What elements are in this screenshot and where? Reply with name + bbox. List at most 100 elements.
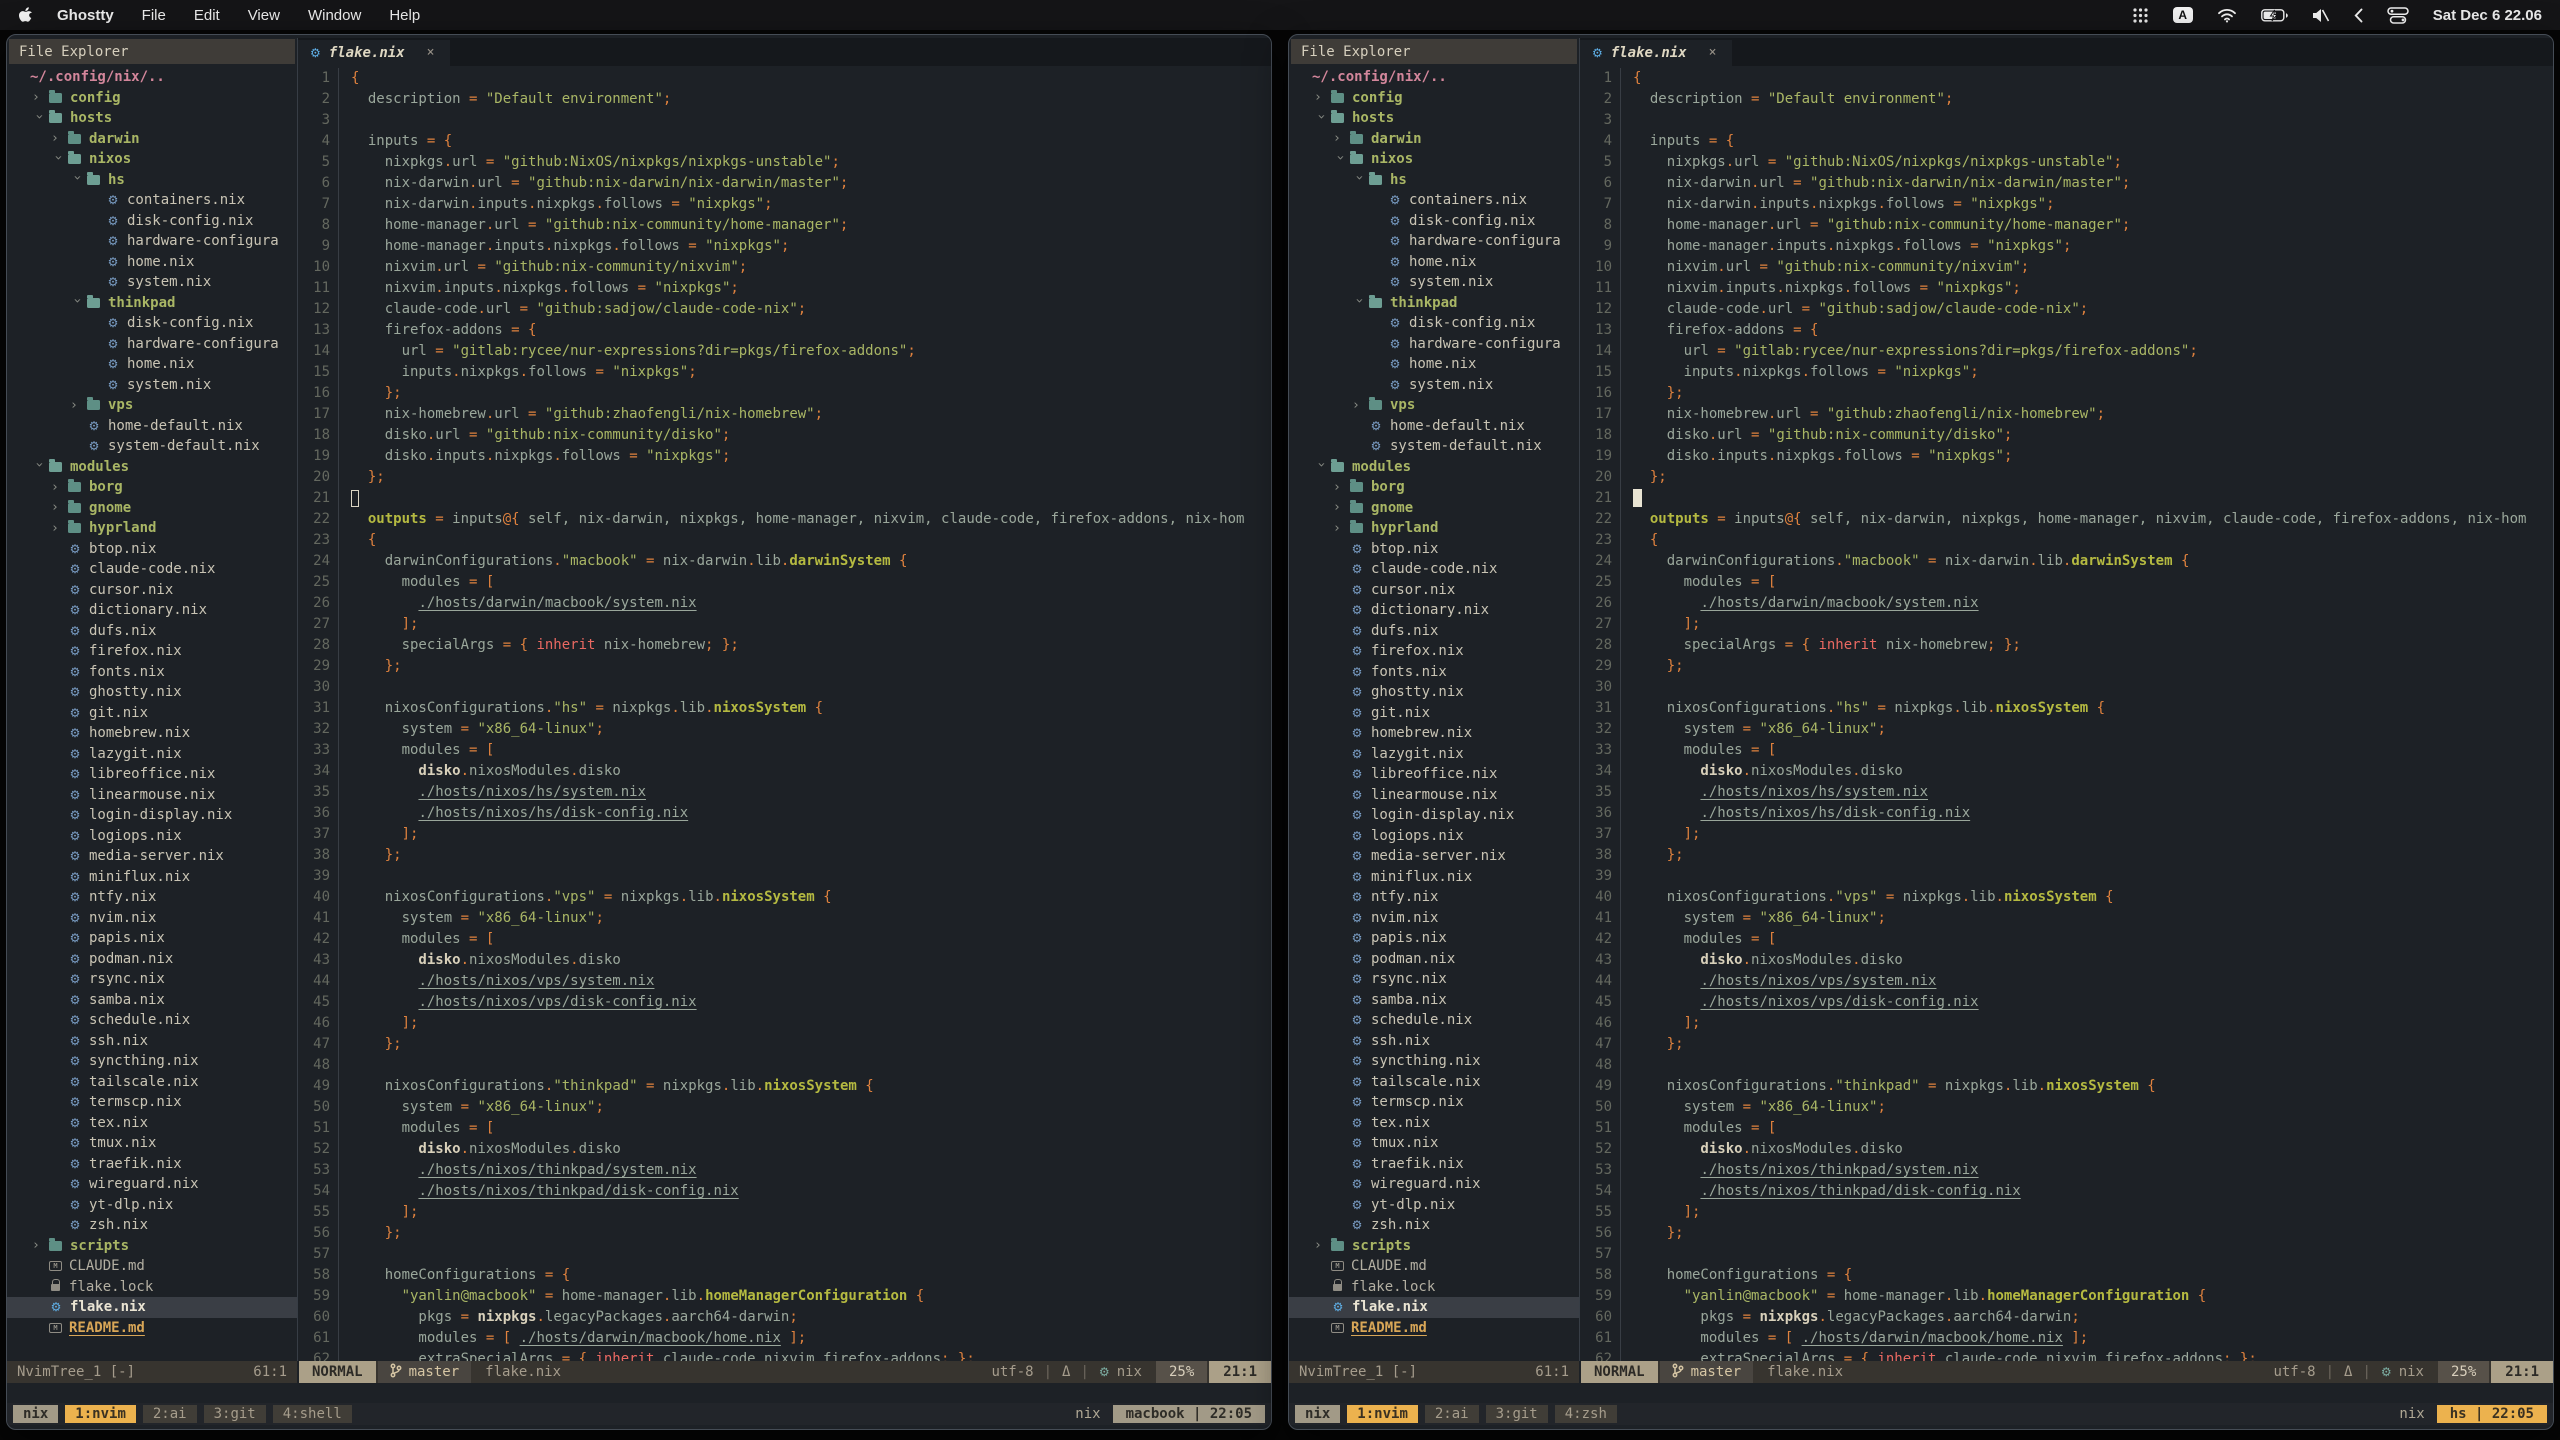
code-line-51[interactable]: 51 modules = [: [298, 1118, 1271, 1139]
code-line-31[interactable]: 31 nixosConfigurations."hs" = nixpkgs.li…: [1580, 698, 2553, 719]
code-line-54[interactable]: 54 ./hosts/nixos/thinkpad/disk-config.ni…: [298, 1181, 1271, 1202]
code-line-22[interactable]: 22 outputs = inputs@{ self, nix-darwin, …: [298, 509, 1271, 530]
tree-row-hardware-configura[interactable]: ⚙hardware-configura: [7, 231, 297, 252]
tree-row-hs[interactable]: ›hs: [1289, 170, 1579, 191]
tree-row-home.nix[interactable]: ⚙home.nix: [7, 354, 297, 375]
tree-row-rsync.nix[interactable]: ⚙rsync.nix: [7, 969, 297, 990]
code-line-12[interactable]: 12 claude-code.url = "github:sadjow/clau…: [1580, 299, 2553, 320]
tree-row-thinkpad[interactable]: ›thinkpad: [1289, 293, 1579, 314]
tab-flake-nix[interactable]: ⚙flake.nix×: [1580, 40, 1732, 66]
tree-row-traefik.nix[interactable]: ⚙traefik.nix: [7, 1154, 297, 1175]
terminal-window-right[interactable]: File Explorer~/.config/nix/..›config›hos…: [1288, 34, 2554, 1430]
code-line-2[interactable]: 2 description = "Default environment";: [1580, 89, 2553, 110]
tree-row-scripts[interactable]: ›scripts: [1289, 1236, 1579, 1257]
tree-row-system.nix[interactable]: ⚙system.nix: [7, 375, 297, 396]
code-line-47[interactable]: 47 };: [298, 1034, 1271, 1055]
tree-row-home.nix[interactable]: ⚙home.nix: [1289, 252, 1579, 273]
menu-app-name[interactable]: Ghostty: [57, 7, 114, 24]
code-line-17[interactable]: 17 nix-homebrew.url = "github:zhaofengli…: [298, 404, 1271, 425]
tmux-window-3-git[interactable]: 3:git: [204, 1405, 266, 1423]
tree-row-scripts[interactable]: ›scripts: [7, 1236, 297, 1257]
tree-row-zsh.nix[interactable]: ⚙zsh.nix: [1289, 1215, 1579, 1236]
tree-row-papis.nix[interactable]: ⚙papis.nix: [7, 928, 297, 949]
code-line-38[interactable]: 38 };: [1580, 845, 2553, 866]
tree-row-dictionary.nix[interactable]: ⚙dictionary.nix: [1289, 600, 1579, 621]
code-line-62[interactable]: 62 extraSpecialArgs = { inherit claude-c…: [298, 1349, 1271, 1361]
code-line-12[interactable]: 12 claude-code.url = "github:sadjow/clau…: [298, 299, 1271, 320]
tree-row-README.md[interactable]: MREADME.md: [7, 1318, 297, 1339]
code-line-5[interactable]: 5 nixpkgs.url = "github:NixOS/nixpkgs/ni…: [298, 152, 1271, 173]
code-line-8[interactable]: 8 home-manager.url = "github:nix-communi…: [298, 215, 1271, 236]
tmux-window-4-zsh[interactable]: 4:zsh: [1555, 1405, 1617, 1423]
code-line-18[interactable]: 18 disko.url = "github:nix-community/dis…: [1580, 425, 2553, 446]
tmux-session-name[interactable]: nix: [1295, 1405, 1340, 1423]
code-line-43[interactable]: 43 disko.nixosModules.disko: [1580, 950, 2553, 971]
tree-row-hardware-configura[interactable]: ⚙hardware-configura: [7, 334, 297, 355]
code-line-23[interactable]: 23 {: [298, 530, 1271, 551]
code-line-50[interactable]: 50 system = "x86_64-linux";: [298, 1097, 1271, 1118]
tree-row-miniflux.nix[interactable]: ⚙miniflux.nix: [7, 867, 297, 888]
tree-row-traefik.nix[interactable]: ⚙traefik.nix: [1289, 1154, 1579, 1175]
tree-row-borg[interactable]: ›borg: [7, 477, 297, 498]
code-line-33[interactable]: 33 modules = [: [1580, 740, 2553, 761]
code-line-56[interactable]: 56 };: [1580, 1223, 2553, 1244]
code-line-5[interactable]: 5 nixpkgs.url = "github:NixOS/nixpkgs/ni…: [1580, 152, 2553, 173]
tree-row-tailscale.nix[interactable]: ⚙tailscale.nix: [7, 1072, 297, 1093]
tree-row-modules[interactable]: ›modules: [1289, 457, 1579, 478]
code-line-44[interactable]: 44 ./hosts/nixos/vps/system.nix: [1580, 971, 2553, 992]
code-line-30[interactable]: 30: [1580, 677, 2553, 698]
input-source-a-icon[interactable]: A: [2173, 7, 2193, 23]
tree-row-nvim.nix[interactable]: ⚙nvim.nix: [1289, 908, 1579, 929]
tree-row-wireguard.nix[interactable]: ⚙wireguard.nix: [1289, 1174, 1579, 1195]
tree-row-hyprland[interactable]: ›hyprland: [7, 518, 297, 539]
code-line-47[interactable]: 47 };: [1580, 1034, 2553, 1055]
tree-row-ssh.nix[interactable]: ⚙ssh.nix: [7, 1031, 297, 1052]
code-line-15[interactable]: 15 inputs.nixpkgs.follows = "nixpkgs";: [1580, 362, 2553, 383]
code-line-18[interactable]: 18 disko.url = "github:nix-community/dis…: [298, 425, 1271, 446]
tree-row-flake.lock[interactable]: flake.lock: [1289, 1277, 1579, 1298]
tree-row-login-display.nix[interactable]: ⚙login-display.nix: [7, 805, 297, 826]
code-line-61[interactable]: 61 modules = [ ./hosts/darwin/macbook/ho…: [1580, 1328, 2553, 1349]
tree-row-wireguard.nix[interactable]: ⚙wireguard.nix: [7, 1174, 297, 1195]
tree-row-firefox.nix[interactable]: ⚙firefox.nix: [7, 641, 297, 662]
code-line-22[interactable]: 22 outputs = inputs@{ self, nix-darwin, …: [1580, 509, 2553, 530]
code-line-57[interactable]: 57: [298, 1244, 1271, 1265]
tree-row-samba.nix[interactable]: ⚙samba.nix: [1289, 990, 1579, 1011]
code-line-46[interactable]: 46 ];: [298, 1013, 1271, 1034]
tree-row-tailscale.nix[interactable]: ⚙tailscale.nix: [1289, 1072, 1579, 1093]
tree-row-hs[interactable]: ›hs: [7, 170, 297, 191]
tree-row-termscp.nix[interactable]: ⚙termscp.nix: [1289, 1092, 1579, 1113]
code-line-52[interactable]: 52 disko.nixosModules.disko: [1580, 1139, 2553, 1160]
code-line-16[interactable]: 16 };: [1580, 383, 2553, 404]
code-line-39[interactable]: 39: [1580, 866, 2553, 887]
code-line-59[interactable]: 59 "yanlin@macbook" = home-manager.lib.h…: [1580, 1286, 2553, 1307]
tree-row-linearmouse.nix[interactable]: ⚙linearmouse.nix: [1289, 785, 1579, 806]
tree-row-config[interactable]: ›config: [1289, 88, 1579, 109]
code-line-60[interactable]: 60 pkgs = nixpkgs.legacyPackages.aarch64…: [1580, 1307, 2553, 1328]
code-line-9[interactable]: 9 home-manager.inputs.nixpkgs.follows = …: [298, 236, 1271, 257]
battery-charging-icon[interactable]: [2261, 9, 2288, 22]
tree-row-git.nix[interactable]: ⚙git.nix: [7, 703, 297, 724]
tree-row-homebrew.nix[interactable]: ⚙homebrew.nix: [7, 723, 297, 744]
code-line-56[interactable]: 56 };: [298, 1223, 1271, 1244]
code-line-3[interactable]: 3: [1580, 110, 2553, 131]
tree-row-claude-code.nix[interactable]: ⚙claude-code.nix: [7, 559, 297, 580]
tree-row-system-default.nix[interactable]: ⚙system-default.nix: [1289, 436, 1579, 457]
code-line-35[interactable]: 35 ./hosts/nixos/hs/system.nix: [1580, 782, 2553, 803]
tree-row-termscp.nix[interactable]: ⚙termscp.nix: [7, 1092, 297, 1113]
code-line-28[interactable]: 28 specialArgs = { inherit nix-homebrew;…: [1580, 635, 2553, 656]
tree-row-btop.nix[interactable]: ⚙btop.nix: [7, 539, 297, 560]
tree-row-login-display.nix[interactable]: ⚙login-display.nix: [1289, 805, 1579, 826]
tree-row-linearmouse.nix[interactable]: ⚙linearmouse.nix: [7, 785, 297, 806]
tree-row-home-default.nix[interactable]: ⚙home-default.nix: [1289, 416, 1579, 437]
tree-row-zsh.nix[interactable]: ⚙zsh.nix: [7, 1215, 297, 1236]
code-line-24[interactable]: 24 darwinConfigurations."macbook" = nix-…: [298, 551, 1271, 572]
code-line-48[interactable]: 48: [298, 1055, 1271, 1076]
code-line-59[interactable]: 59 "yanlin@macbook" = home-manager.lib.h…: [298, 1286, 1271, 1307]
code-line-42[interactable]: 42 modules = [: [1580, 929, 2553, 950]
code-line-55[interactable]: 55 ];: [298, 1202, 1271, 1223]
apple-menu-icon[interactable]: [18, 7, 33, 24]
tree-row-darwin[interactable]: ›darwin: [1289, 129, 1579, 150]
tree-row-system.nix[interactable]: ⚙system.nix: [1289, 375, 1579, 396]
code-line-21[interactable]: 21: [1580, 488, 2553, 509]
